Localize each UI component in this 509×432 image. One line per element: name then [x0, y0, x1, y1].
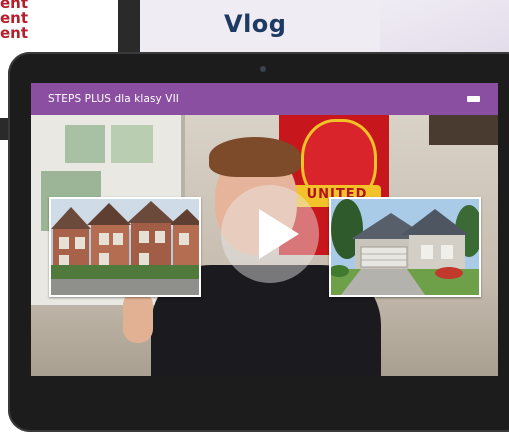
left-cropped-text: ent ent ent: [0, 0, 28, 41]
player-header: STEPS PLUS dla klasy VII: [31, 83, 498, 115]
thumbnail-terraced-houses: [49, 197, 201, 297]
video-frame[interactable]: UNITED: [31, 115, 498, 376]
panel-divider: [118, 0, 140, 55]
play-icon[interactable]: [221, 185, 319, 283]
suburban-house-image: [331, 199, 479, 295]
person-hair: [209, 137, 301, 177]
thumbnail-suburban-house: [329, 197, 481, 297]
person-hand: [123, 291, 153, 343]
player-title: STEPS PLUS dla klasy VII: [48, 93, 179, 105]
page-title: Vlog: [224, 10, 287, 38]
left-text-line: ent: [0, 24, 29, 42]
menu-icon[interactable]: [467, 96, 480, 102]
camera-icon: [260, 66, 266, 72]
play-button[interactable]: [221, 185, 319, 283]
room-shelf: [429, 115, 498, 145]
terraced-houses-image: [51, 199, 199, 295]
side-strip: [0, 118, 8, 140]
video-player[interactable]: STEPS PLUS dla klasy VII UNITED: [31, 83, 498, 376]
header-shade: [380, 0, 509, 55]
